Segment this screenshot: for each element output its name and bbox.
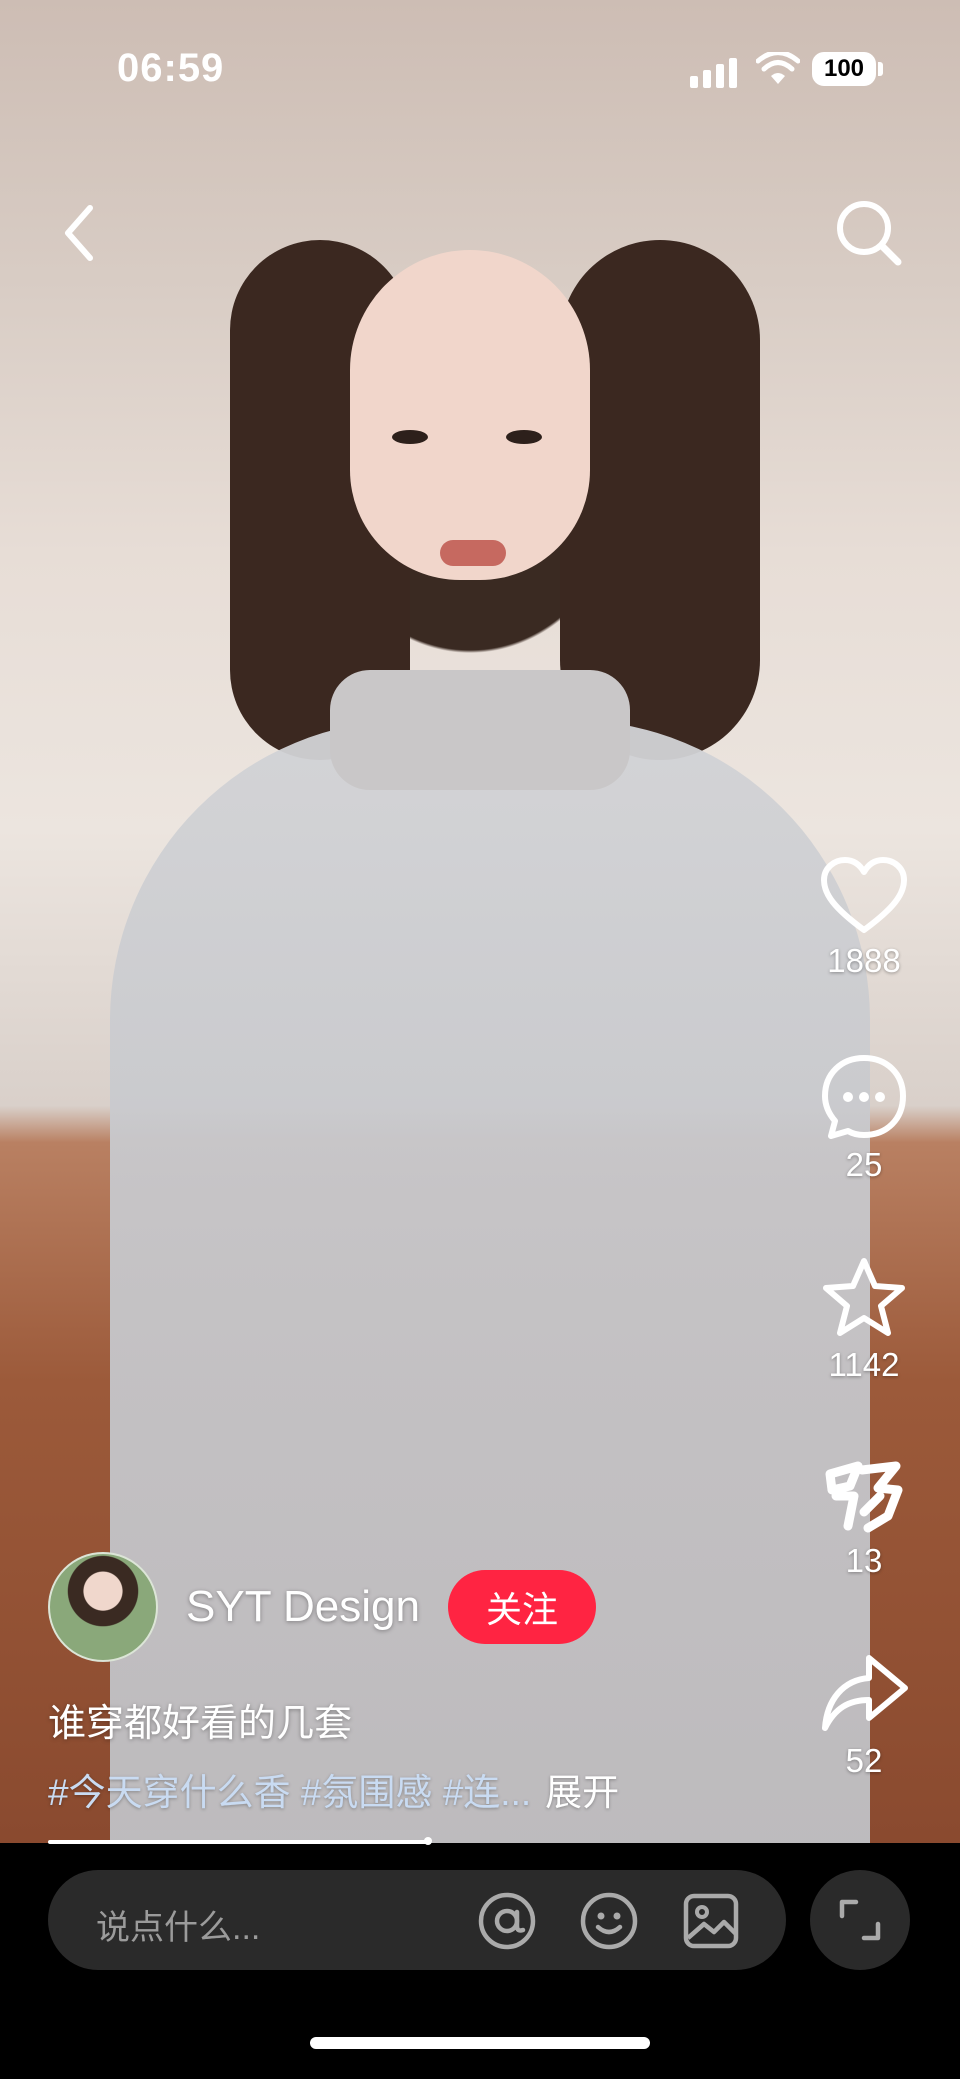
- video-progress[interactable]: [48, 1840, 428, 1844]
- author-row: SYT Design 关注: [48, 1552, 596, 1662]
- author-name[interactable]: SYT Design: [186, 1582, 420, 1632]
- video-content: [506, 430, 542, 444]
- home-indicator: [310, 2037, 650, 2049]
- good-button[interactable]: 13: [804, 1456, 924, 1580]
- avatar[interactable]: [48, 1552, 158, 1662]
- wifi-icon: [756, 52, 800, 84]
- favorite-count: 1142: [828, 1346, 900, 1383]
- comment-count: 25: [845, 1146, 883, 1183]
- post-caption: 谁穿都好看的几套: [48, 1703, 353, 1745]
- fullscreen-button[interactable]: [810, 1870, 910, 1970]
- emoji-icon[interactable]: [580, 1892, 638, 1950]
- signal-icon: [690, 58, 737, 88]
- back-icon[interactable]: [56, 198, 106, 268]
- like-count: 1888: [827, 942, 901, 979]
- at-icon[interactable]: [478, 1892, 536, 1950]
- video-content: [350, 250, 590, 580]
- comment-placeholder: 说点什么...: [96, 1909, 261, 1947]
- expand-icon: [839, 1899, 881, 1941]
- comment-button[interactable]: 25: [804, 1054, 924, 1184]
- favorite-button[interactable]: 1142: [804, 1256, 924, 1384]
- share-button[interactable]: 52: [804, 1652, 924, 1780]
- like-button[interactable]: 1888: [804, 856, 924, 980]
- heart-icon: [821, 857, 907, 933]
- follow-button[interactable]: 关注: [447, 1570, 596, 1644]
- video-content: [440, 540, 506, 566]
- status-bar: 06:59 100: [0, 0, 960, 140]
- post-tags: #今天穿什么香 #氛围感 #连... 展开: [48, 1762, 619, 1816]
- comment-icon: [822, 1055, 906, 1139]
- share-count: 52: [845, 1742, 883, 1779]
- star-icon: [823, 1258, 905, 1336]
- good-count: 13: [845, 1542, 883, 1579]
- good-icon: [825, 1461, 903, 1533]
- status-time: 06:59: [117, 46, 225, 90]
- video-content: [110, 720, 870, 1843]
- share-icon: [822, 1655, 908, 1731]
- hashtags[interactable]: #今天穿什么香 #氛围感 #连...: [48, 1772, 531, 1813]
- video-content: [330, 670, 630, 790]
- search-icon[interactable]: [832, 196, 906, 270]
- image-icon[interactable]: [682, 1892, 740, 1950]
- video-content: [392, 430, 428, 444]
- battery-indicator: 100: [812, 52, 876, 86]
- comment-input[interactable]: 说点什么...: [48, 1870, 786, 1970]
- battery-tip: [878, 62, 883, 76]
- expand-link[interactable]: 展开: [545, 1772, 619, 1813]
- progress-handle[interactable]: [424, 1837, 432, 1845]
